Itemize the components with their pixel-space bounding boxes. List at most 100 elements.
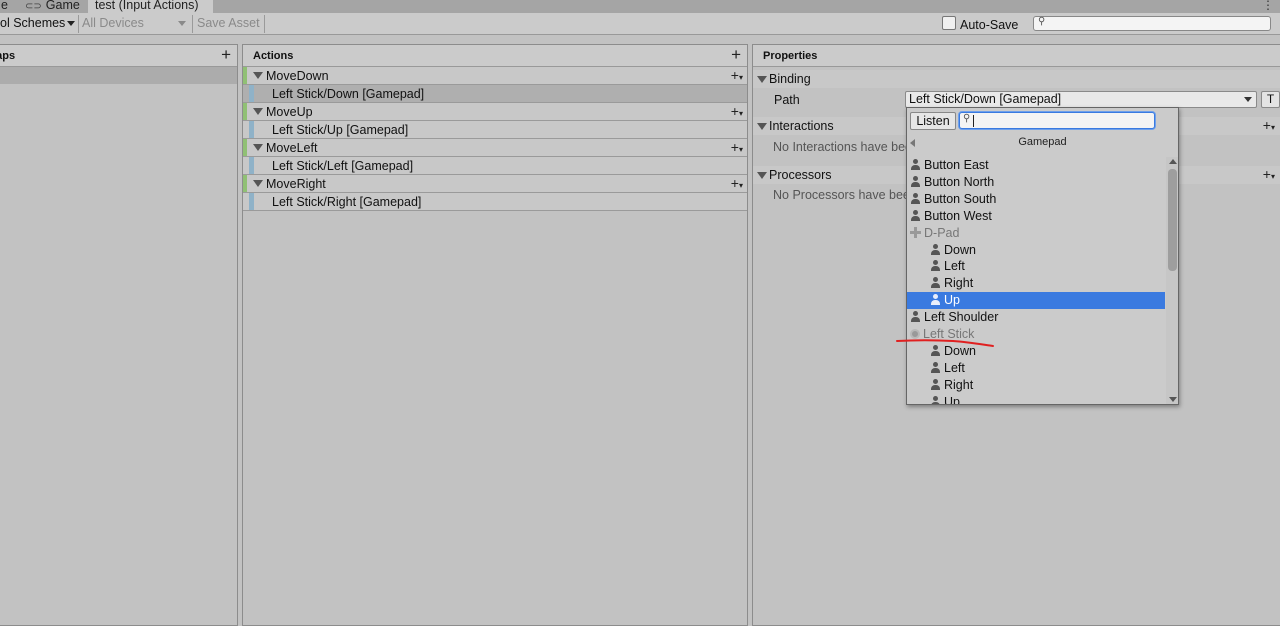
control-list-item-label: Down (944, 343, 976, 358)
binding-row[interactable]: Left Stick/Down [Gamepad] (243, 85, 747, 103)
person-icon (910, 159, 921, 170)
control-schemes-label: ol Schemes (0, 16, 66, 30)
path-search-input[interactable]: ⚲ (959, 112, 1155, 129)
expand-triangle-icon[interactable] (253, 144, 263, 151)
control-list-item[interactable]: Up (907, 394, 1165, 404)
control-list-item-label: Button East (924, 158, 989, 172)
path-dropdown[interactable]: Left Stick/Down [Gamepad] (905, 91, 1257, 108)
control-list-item[interactable]: Button East (907, 157, 1165, 174)
person-icon (930, 294, 941, 306)
control-list-item[interactable]: Down (907, 242, 1165, 259)
toolbar-search-input[interactable]: ⚲ (1033, 16, 1271, 31)
add-interaction-menu-icon[interactable]: +▾ (1263, 117, 1275, 133)
action-map-row[interactable] (0, 67, 237, 84)
action-row[interactable]: MoveDown +▾ (243, 67, 747, 85)
binding-path: Left Stick/Up [Gamepad] (272, 123, 409, 137)
control-list-item[interactable]: Left (907, 360, 1165, 377)
person-icon (910, 311, 921, 323)
control-list-item[interactable]: Right (907, 377, 1165, 394)
action-color-bar (243, 139, 247, 156)
gamepad-icon: ⊂⊃ (25, 1, 42, 12)
toolbar-divider (192, 15, 193, 33)
binding-path: Left Stick/Down [Gamepad] (272, 87, 425, 101)
properties-panel-header: Properties (753, 45, 1280, 67)
chevron-down-icon (67, 21, 76, 27)
binding-color-bar (249, 121, 254, 138)
kebab-menu-icon[interactable]: ⋮ (1262, 0, 1274, 12)
person-icon (930, 277, 941, 289)
control-list-item[interactable]: Button South (907, 191, 1165, 208)
binding-row[interactable]: Left Stick/Right [Gamepad] (243, 193, 747, 211)
add-binding-menu-icon[interactable]: +▾ (731, 175, 743, 191)
expand-triangle-icon[interactable] (253, 180, 263, 187)
scroll-up-icon[interactable] (1169, 159, 1177, 164)
control-list-item-label: D-Pad (924, 225, 960, 240)
text-mode-button[interactable]: T (1261, 91, 1280, 108)
control-list-item[interactable]: Down (907, 343, 1165, 360)
panel-title: Properties (763, 50, 818, 62)
toolbar-divider (78, 15, 79, 33)
control-list-item[interactable]: Left Shoulder (907, 309, 1165, 326)
add-map-button[interactable]: + (221, 46, 231, 63)
control-list-item[interactable]: Button North (907, 174, 1165, 191)
control-list-item[interactable]: Up (907, 292, 1165, 310)
tab-scene[interactable]: e (0, 0, 20, 13)
expand-triangle-icon[interactable] (253, 108, 263, 115)
tab-input-actions[interactable]: test (Input Actions) (88, 0, 213, 13)
control-list-item-label: Button West (924, 208, 992, 223)
control-list-item[interactable]: Left Stick (907, 326, 1165, 343)
control-list-item[interactable]: Left (907, 258, 1165, 275)
action-name: MoveDown (266, 69, 329, 83)
control-list-item-label: Button North (924, 174, 995, 189)
auto-save-checkbox[interactable] (942, 16, 956, 30)
action-color-bar (243, 175, 247, 192)
action-row[interactable]: MoveRight +▾ (243, 175, 747, 193)
scrollbar[interactable] (1166, 157, 1178, 404)
maps-panel-header: Maps + (0, 45, 237, 67)
add-processor-menu-icon[interactable]: +▾ (1263, 166, 1275, 182)
control-list-item-label: Right (944, 276, 974, 291)
action-color-bar (243, 103, 247, 120)
action-row[interactable]: MoveLeft +▾ (243, 139, 747, 157)
devices-dropdown[interactable]: All Devices (82, 15, 190, 32)
devices-label: All Devices (82, 16, 144, 30)
person-icon (930, 361, 941, 373)
control-list-item[interactable]: Right (907, 275, 1165, 292)
chevron-down-icon (178, 21, 186, 26)
add-binding-menu-icon[interactable]: +▾ (731, 103, 743, 119)
binding-section-header[interactable]: Binding (753, 70, 1280, 88)
actions-panel: Actions + MoveDown +▾ Left Stick/Down [G… (242, 44, 748, 626)
listen-button[interactable]: Listen (910, 112, 956, 130)
add-binding-menu-icon[interactable]: +▾ (731, 139, 743, 155)
control-schemes-dropdown[interactable]: ol Schemes (0, 15, 76, 32)
control-list: Button East Button North Button South Butto… (907, 157, 1165, 404)
person-icon (910, 175, 921, 187)
expand-triangle-icon[interactable] (757, 172, 767, 179)
control-list-item-label: Right (944, 377, 974, 392)
tab-game[interactable]: ⊂⊃ Game (22, 0, 88, 13)
expand-triangle-icon[interactable] (757, 76, 767, 83)
add-binding-menu-icon[interactable]: +▾ (731, 67, 743, 83)
control-list-item-label: Down (944, 242, 976, 257)
tab-game-label: Game (45, 0, 80, 12)
scroll-down-icon[interactable] (1169, 397, 1177, 402)
path-value: Left Stick/Down [Gamepad] (909, 92, 1062, 106)
expand-triangle-icon[interactable] (757, 123, 767, 130)
save-asset-button[interactable]: Save Asset (197, 15, 260, 32)
actions-panel-header: Actions + (243, 45, 747, 67)
control-list-item[interactable]: Button West (907, 208, 1165, 225)
action-name: MoveRight (266, 177, 326, 191)
action-name: MoveLeft (266, 141, 318, 155)
interactions-empty-text: No Interactions have bee (773, 140, 912, 154)
action-row[interactable]: MoveUp +▾ (243, 103, 747, 121)
path-label: Path (774, 93, 800, 107)
binding-row[interactable]: Left Stick/Up [Gamepad] (243, 121, 747, 139)
scrollbar-thumb[interactable] (1168, 169, 1177, 271)
expand-triangle-icon[interactable] (253, 72, 263, 79)
control-list-item[interactable]: D-Pad (907, 225, 1165, 242)
person-icon (930, 395, 941, 404)
binding-row[interactable]: Left Stick/Left [Gamepad] (243, 157, 747, 175)
add-action-button[interactable]: + (731, 46, 741, 63)
control-list-item-label: Left Shoulder (924, 310, 999, 325)
control-list-item-label: Left Stick (923, 327, 975, 341)
